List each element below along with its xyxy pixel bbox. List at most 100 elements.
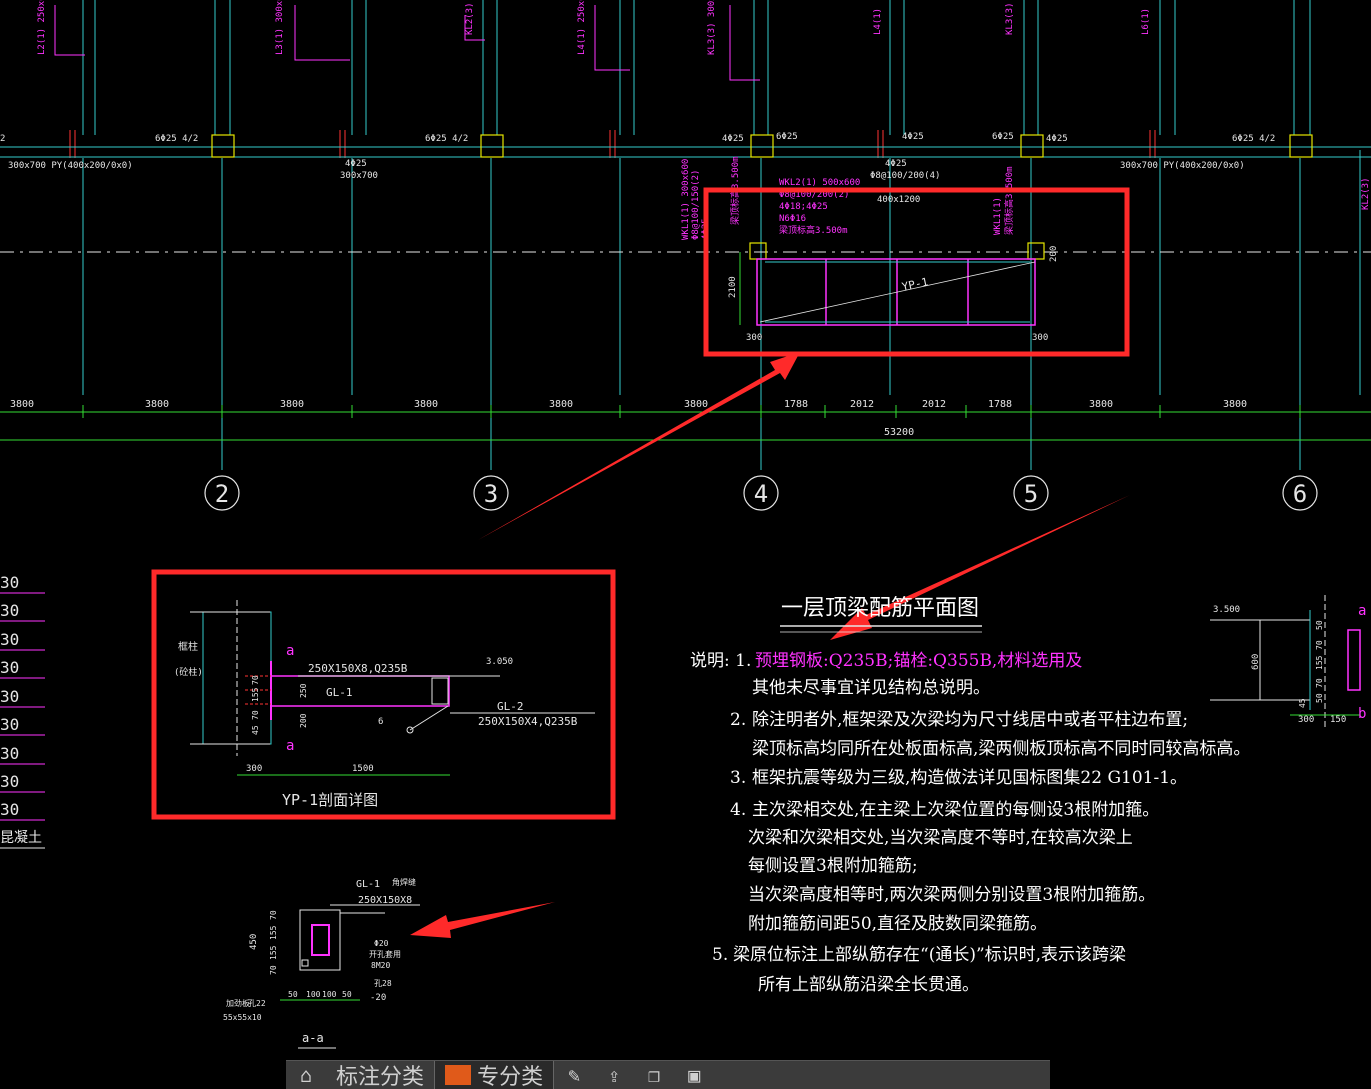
svg-text:KL3(3): KL3(3): [1005, 2, 1015, 35]
svg-text:b: b: [1358, 706, 1366, 722]
grid-bubble-label: 3: [484, 480, 498, 508]
grid-bubble-label: 2: [215, 480, 229, 508]
svg-text:梁顶标高3.500m: 梁顶标高3.500m: [1003, 166, 1015, 235]
svg-text:6Φ25 4/2: 6Φ25 4/2: [425, 134, 468, 144]
svg-text:附加箍筋间距50,直径及肢数同梁箍筋。: 附加箍筋间距50,直径及肢数同梁箍筋。: [748, 914, 1047, 934]
delete-icon[interactable]: ▣: [674, 1063, 714, 1087]
svg-text:250X150X8,Q235B: 250X150X8,Q235B: [308, 662, 408, 675]
svg-text:L2(1) 250x650: L2(1) 250x650: [37, 0, 47, 55]
svg-text:30: 30: [0, 800, 19, 819]
svg-text:3.500: 3.500: [1213, 605, 1240, 615]
svg-text:2: 2: [0, 134, 5, 144]
pen-icon[interactable]: ✎: [554, 1063, 594, 1087]
svg-text:KL2(3): KL2(3): [1361, 177, 1371, 210]
svg-text:50: 50: [342, 990, 352, 999]
svg-text:155: 155: [251, 687, 260, 702]
svg-text:155: 155: [269, 945, 278, 960]
svg-text:角焊缝: 角焊缝: [392, 877, 416, 887]
highlight-frame-detail: [151, 569, 616, 820]
drawing-title: 一层顶梁配筋平面图: [781, 596, 979, 621]
svg-text:WKL1(1): WKL1(1): [993, 197, 1003, 235]
dim-text: 3800: [1223, 399, 1247, 410]
svg-text:70: 70: [1315, 678, 1324, 688]
svg-text:4Φ25: 4Φ25: [902, 132, 924, 142]
svg-text:Φ20: Φ20: [374, 939, 389, 948]
svg-text:600: 600: [1251, 654, 1261, 670]
svg-text:50: 50: [1315, 693, 1324, 703]
svg-text:梁原位标注上部纵筋存在“(通长)”标识时,表示该跨梁: 梁原位标注上部纵筋存在“(通长)”标识时,表示该跨梁: [733, 945, 1126, 965]
svg-text:L4(1): L4(1): [873, 8, 883, 35]
svg-text:Φ8@100/150(2): Φ8@100/150(2): [691, 170, 701, 240]
svg-text:梁顶标高均同所在处板面标高,梁两侧板顶标高不同时同较高标高。: 梁顶标高均同所在处板面标高,梁两侧板顶标高不同时同较高标高。: [752, 739, 1250, 759]
cad-drawing-canvas[interactable]: 3800 3800 3800 3800 3800 3800 1788 2012 …: [0, 0, 1371, 1088]
svg-text:KL3(3) 300x700: KL3(3) 300x700: [707, 0, 717, 55]
dim-text: 3800: [414, 399, 438, 410]
svg-text:框柱: 框柱: [178, 640, 198, 653]
grid-bubble-label: 5: [1024, 480, 1038, 508]
svg-text:70: 70: [1315, 640, 1324, 650]
svg-text:5.: 5.: [712, 945, 728, 965]
svg-text:200: 200: [299, 713, 308, 728]
grid-bubble-label: 4: [754, 480, 768, 508]
svg-text:2.: 2.: [730, 710, 746, 730]
svg-text:30: 30: [0, 658, 19, 677]
svg-text:4Φ25: 4Φ25: [345, 159, 367, 169]
svg-text:300: 300: [1032, 333, 1048, 343]
svg-text:昆凝土: 昆凝土: [0, 830, 42, 846]
toolbar-item-category-label: 专分类: [477, 1065, 544, 1089]
svg-text:除注明者外,框架梁及次梁均为尺寸线居中或者平柱边布置;: 除注明者外,框架梁及次梁均为尺寸线居中或者平柱边布置;: [752, 710, 1188, 730]
svg-text:其他未尽事宜详见结构总说明。: 其他未尽事宜详见结构总说明。: [752, 678, 990, 698]
svg-text:6Φ25: 6Φ25: [992, 132, 1014, 142]
arrow-to-plan: [478, 352, 800, 540]
right-detail: 3.500 600 300 150 50 70 155 70 50 45 a b: [1210, 595, 1366, 730]
svg-text:3.050: 3.050: [486, 657, 513, 667]
svg-text:4.: 4.: [730, 800, 746, 820]
svg-text:L4(1) 250x650: L4(1) 250x650: [577, 0, 587, 55]
svg-text:a-a: a-a: [302, 1031, 324, 1045]
toolbar-item-annotation-category[interactable]: 标注分类: [326, 1061, 434, 1089]
top-tags: L2(1) 250x650 L3(1) 300x650 L4(1) 250x65…: [37, 0, 1371, 210]
svg-text:300x700 PY(400x200/0x0): 300x700 PY(400x200/0x0): [8, 161, 133, 171]
yp1-plan: YP-1 2100 300 300 200: [728, 246, 1059, 343]
svg-text:主次梁相交处,在主梁上次梁位置的每侧设3根附加箍。: 主次梁相交处,在主梁上次梁位置的每侧设3根附加箍。: [752, 800, 1159, 820]
svg-text:250X150X8: 250X150X8: [358, 895, 412, 906]
svg-text:45: 45: [1298, 698, 1307, 708]
svg-text:70: 70: [251, 710, 260, 720]
svg-text:GL-1: GL-1: [356, 879, 380, 890]
copy-icon[interactable]: ❐: [634, 1063, 674, 1087]
svg-text:L6(1): L6(1): [1141, 8, 1151, 35]
svg-text:30: 30: [0, 573, 19, 592]
svg-text:6Φ25 4/2: 6Φ25 4/2: [1232, 134, 1275, 144]
svg-text:2100: 2100: [728, 276, 738, 298]
dim-text: 1788: [784, 399, 808, 410]
svg-text:30: 30: [0, 715, 19, 734]
svg-text:300: 300: [246, 764, 262, 774]
dim-text: 3800: [10, 399, 34, 410]
svg-text:开孔套用: 开孔套用: [369, 949, 401, 959]
svg-text:4Φ25: 4Φ25: [722, 134, 744, 144]
grid-bubbles: 2 3 4 5 6: [204, 475, 1318, 511]
highlight-frame-plan: [703, 187, 1130, 357]
detail-caption: YP-1剖面详图: [282, 791, 378, 809]
svg-text:30: 30: [0, 601, 19, 620]
arrow-to-section: [410, 902, 555, 938]
dim-text: 3800: [280, 399, 304, 410]
share-icon[interactable]: ⇪: [594, 1063, 634, 1087]
bottom-toolbar[interactable]: ⌂ 标注分类 专分类 ✎ ⇪ ❐ ▣: [286, 1060, 1050, 1089]
svg-text:所有上部纵筋沿梁全长贯通。: 所有上部纵筋沿梁全长贯通。: [758, 975, 979, 995]
yp1-detail: 框柱 (砼柱) 250X150X8,Q235B GL-1 GL-2 250X15…: [174, 600, 595, 809]
dim-text: 3800: [1089, 399, 1113, 410]
svg-text:a: a: [286, 643, 294, 659]
dims-row: 3800 3800 3800 3800 3800 3800 1788 2012 …: [10, 399, 1247, 438]
svg-text:次梁和次梁相交处,当次梁高度不等时,在较高次梁上: 次梁和次梁相交处,当次梁高度不等时,在较高次梁上: [748, 828, 1133, 848]
beam-annotations: 2 6Φ25 4/2 6Φ25 4/2 6Φ25 4/2 4Φ25 6Φ25 4…: [0, 132, 1275, 205]
svg-text:70: 70: [269, 965, 278, 975]
tag-icon[interactable]: ⌂: [286, 1063, 326, 1087]
svg-text:100: 100: [322, 990, 337, 999]
svg-text:250: 250: [299, 683, 308, 698]
toolbar-item-category[interactable]: 专分类: [434, 1061, 555, 1089]
wkl-annotations: WKL1(1) 300x600 Φ8@100/150(2) 4Φ25 梁顶标高3…: [681, 156, 1015, 240]
svg-text:400x1200: 400x1200: [877, 195, 920, 205]
svg-text:3.: 3.: [730, 768, 746, 788]
svg-text:30: 30: [0, 630, 19, 649]
